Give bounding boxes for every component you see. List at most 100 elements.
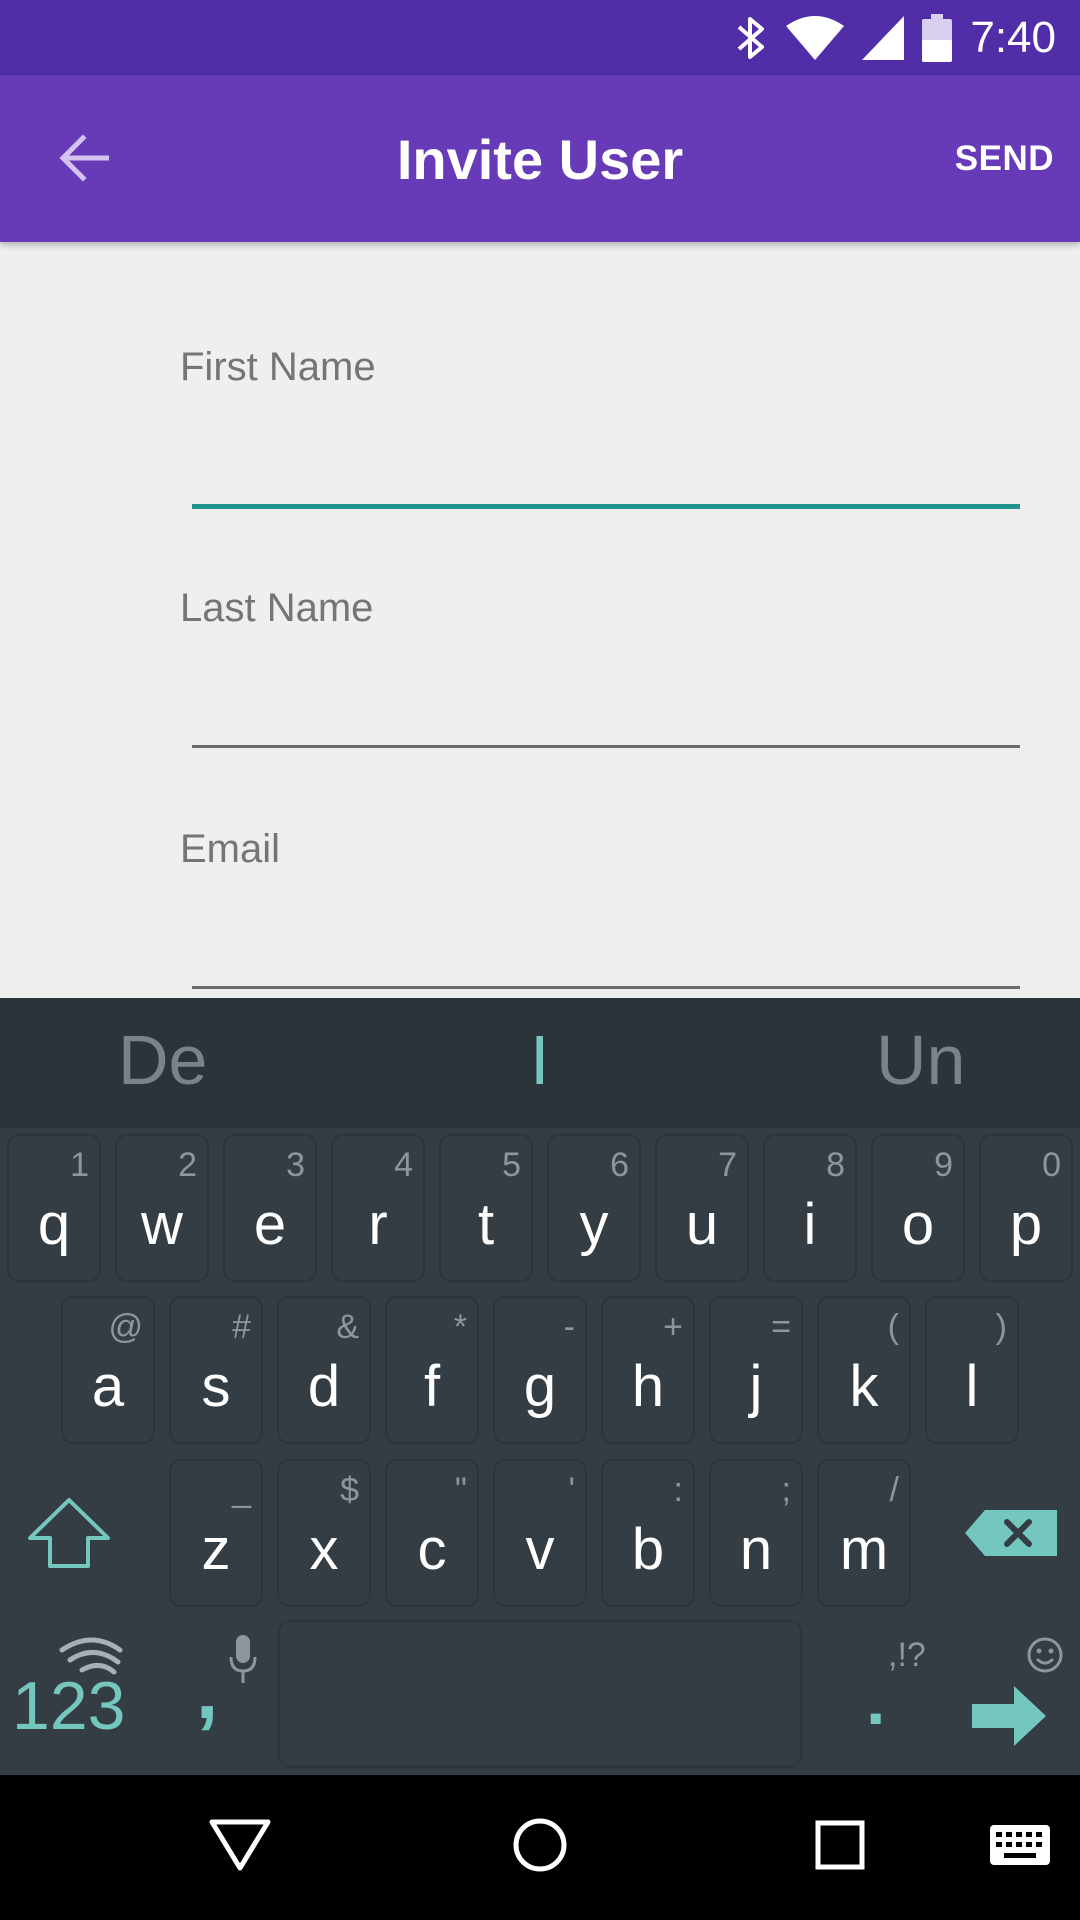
nav-recents-button[interactable] — [800, 1775, 880, 1920]
key-label: h — [631, 1354, 665, 1419]
key-x[interactable]: $ x — [277, 1459, 371, 1607]
last-name-input[interactable] — [192, 675, 1020, 745]
key-label: t — [477, 1192, 495, 1257]
key-hint: : — [673, 1471, 683, 1509]
suggestion-middle[interactable]: I — [530, 1020, 549, 1100]
wifi-icon — [786, 15, 845, 60]
key-v[interactable]: ' v — [493, 1459, 587, 1607]
email-label: Email — [180, 827, 281, 871]
key-hint: ) — [995, 1308, 1007, 1346]
period-key[interactable]: . — [866, 1660, 885, 1740]
key-label: f — [423, 1354, 441, 1419]
key-hint: 3 — [286, 1146, 305, 1184]
key-s[interactable]: # s — [169, 1296, 263, 1444]
key-n[interactable]: ; n — [709, 1459, 803, 1607]
key-h[interactable]: + h — [601, 1296, 695, 1444]
key-r[interactable]: 4r — [331, 1134, 425, 1282]
key-label: z — [201, 1517, 231, 1582]
backspace-icon — [963, 1510, 1059, 1562]
key-hint: 2 — [178, 1146, 197, 1184]
home-circle-icon — [512, 1817, 568, 1878]
key-g[interactable]: -g — [493, 1296, 587, 1444]
key-hint: 8 — [826, 1146, 845, 1184]
battery-icon — [922, 13, 953, 62]
key-p[interactable]: 0p — [979, 1134, 1073, 1282]
shift-arrow-icon — [26, 1498, 112, 1574]
key-label: s — [201, 1354, 231, 1419]
key-b[interactable]: :b — [601, 1459, 695, 1607]
key-w[interactable]: 2w — [115, 1134, 209, 1282]
email-input[interactable] — [192, 915, 1020, 985]
backspace-key[interactable] — [963, 1508, 1059, 1563]
key-label: y — [579, 1192, 609, 1257]
nav-keyboard-button[interactable] — [980, 1775, 1060, 1920]
key-label: x — [309, 1517, 339, 1582]
recents-square-icon — [815, 1820, 865, 1875]
key-hint: / — [889, 1471, 899, 1509]
send-button[interactable]: SEND — [955, 139, 1054, 179]
key-l[interactable]: ) l — [925, 1296, 1019, 1444]
key-label: q — [37, 1192, 71, 1257]
key-k[interactable]: (k — [817, 1296, 911, 1444]
nav-home-button[interactable] — [500, 1775, 580, 1920]
key-i[interactable]: 8i — [763, 1134, 857, 1282]
key-j[interactable]: = j — [709, 1296, 803, 1444]
suggestion-left[interactable]: De — [118, 1020, 207, 1100]
key-hint: 7 — [718, 1146, 737, 1184]
key-hint: * — [453, 1308, 467, 1346]
key-label: k — [849, 1354, 879, 1419]
key-hint: _ — [232, 1471, 251, 1509]
suggestion-right[interactable]: Un — [876, 1020, 965, 1100]
key-label: c — [417, 1517, 447, 1582]
key-hint: ; — [781, 1471, 791, 1509]
key-a[interactable]: @ a — [61, 1296, 155, 1444]
key-hint: = — [771, 1308, 791, 1346]
key-label: b — [631, 1517, 665, 1582]
key-hint: " — [454, 1471, 467, 1509]
keyboard-icon — [988, 1823, 1052, 1872]
status-icons: 7:40 — [734, 0, 1056, 75]
punctuation-hint: ,!? — [888, 1636, 926, 1674]
key-hint: 5 — [502, 1146, 521, 1184]
last-name-label: Last Name — [180, 586, 374, 630]
key-m[interactable]: / m — [817, 1459, 911, 1607]
status-time: 7:40 — [970, 12, 1056, 62]
shift-key[interactable] — [26, 1496, 112, 1575]
key-hint: 9 — [934, 1146, 953, 1184]
key-z[interactable]: _ z — [169, 1459, 263, 1607]
key-f[interactable]: * f — [385, 1296, 479, 1444]
microphone-icon[interactable] — [228, 1633, 258, 1690]
space-bar[interactable] — [278, 1620, 802, 1768]
key-label: l — [965, 1354, 979, 1419]
numbers-key[interactable]: 123 — [12, 1667, 125, 1745]
key-label: d — [307, 1354, 341, 1419]
key-e[interactable]: 3e — [223, 1134, 317, 1282]
key-hint: @ — [108, 1308, 143, 1346]
key-label: n — [739, 1517, 773, 1582]
key-hint: 6 — [610, 1146, 629, 1184]
key-label: o — [901, 1192, 935, 1257]
key-label: j — [749, 1354, 763, 1419]
last-name-underline — [192, 745, 1020, 748]
first-name-input[interactable] — [192, 433, 1020, 503]
bluetooth-icon — [734, 15, 768, 61]
key-o[interactable]: 9o — [871, 1134, 965, 1282]
comma-key[interactable]: , — [196, 1645, 218, 1737]
key-hint: 0 — [1042, 1146, 1061, 1184]
key-label: v — [525, 1517, 555, 1582]
key-y[interactable]: 6y — [547, 1134, 641, 1282]
key-hint: 1 — [70, 1146, 89, 1184]
key-t[interactable]: 5t — [439, 1134, 533, 1282]
key-hint: $ — [340, 1471, 359, 1509]
enter-arrow-icon[interactable] — [972, 1684, 1048, 1753]
key-label: i — [803, 1192, 817, 1257]
nav-back-button[interactable] — [200, 1775, 280, 1920]
emoji-icon[interactable] — [1026, 1636, 1064, 1679]
key-c[interactable]: " c — [385, 1459, 479, 1607]
key-d[interactable]: & d — [277, 1296, 371, 1444]
key-label: g — [523, 1354, 557, 1419]
key-u[interactable]: 7u — [655, 1134, 749, 1282]
key-label: a — [91, 1354, 125, 1419]
key-q[interactable]: 1q — [7, 1134, 101, 1282]
page-title: Invite User — [396, 128, 684, 191]
